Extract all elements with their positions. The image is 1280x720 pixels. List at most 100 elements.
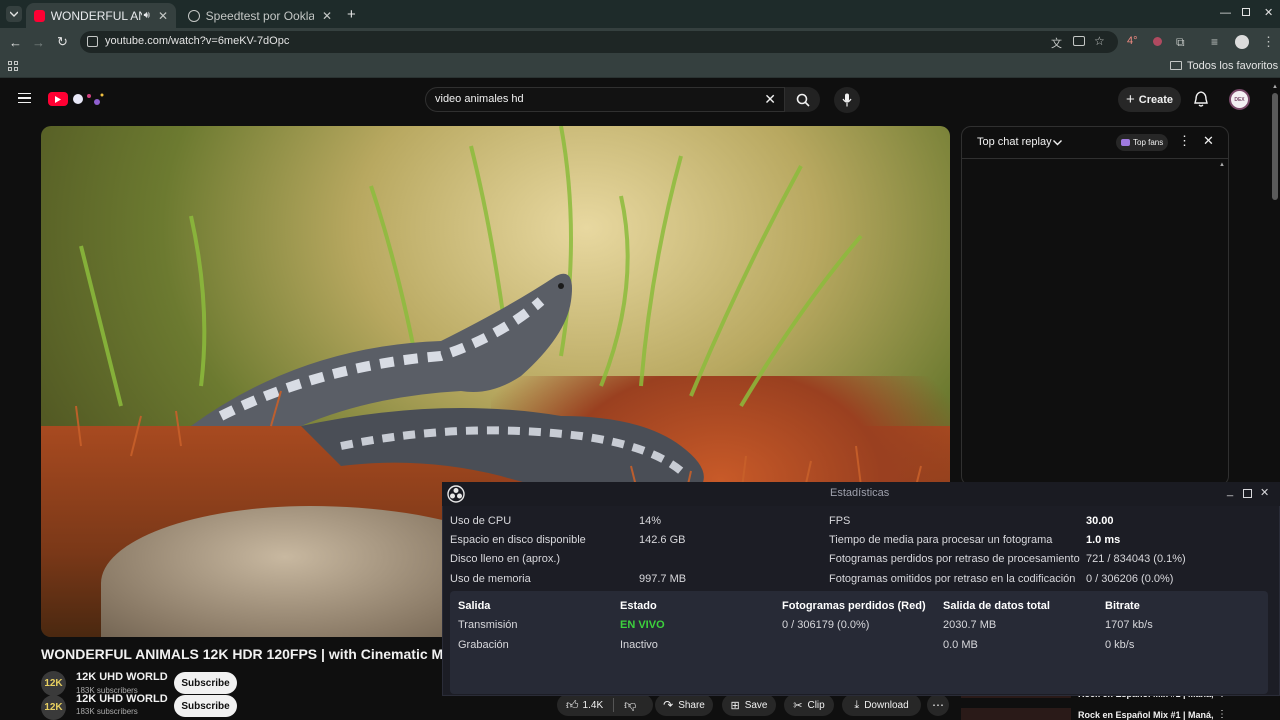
search-button[interactable] <box>785 87 820 112</box>
youtube-favicon-icon <box>34 9 45 22</box>
new-tab-button[interactable]: + <box>347 6 356 23</box>
top-fans-badge[interactable]: Top fans <box>1116 134 1169 151</box>
live-chat-panel <box>961 126 1229 486</box>
clip-label: Clip <box>807 699 825 711</box>
create-button[interactable]: + Create <box>1118 87 1181 112</box>
share-icon: ↷ <box>663 698 674 712</box>
extension-icon[interactable]: 4° <box>1127 35 1138 47</box>
chat-more-icon[interactable]: ⋮ <box>1178 133 1191 149</box>
close-tab-icon[interactable]: ✕ <box>158 9 168 23</box>
close-window-icon[interactable]: ✕ <box>1264 6 1273 19</box>
channel-avatar[interactable]: 12K <box>41 695 66 720</box>
channel-name[interactable]: 12K UHD WORLD <box>76 693 168 705</box>
close-chat-icon[interactable]: ✕ <box>1203 133 1214 149</box>
minimize-window-icon[interactable]: — <box>1220 7 1231 19</box>
page-scrollbar-thumb[interactable] <box>1272 93 1278 200</box>
crown-icon <box>1121 139 1130 146</box>
chat-header: Top chat replay Top fans ⋮ ✕ <box>962 127 1228 159</box>
table-cell: 0.0 MB <box>943 639 978 651</box>
obs-minimize-icon[interactable]: _ <box>1227 485 1233 497</box>
voice-search-button[interactable] <box>834 87 860 113</box>
stat-label: Espacio en disco disponible <box>450 534 586 546</box>
hamburger-menu-icon[interactable] <box>18 93 31 103</box>
apps-grid-icon[interactable] <box>8 61 18 71</box>
forward-arrow-icon[interactable]: → <box>32 35 45 50</box>
tab-search-button[interactable] <box>6 6 22 22</box>
browser-menu-icon[interactable]: ⋮ <box>1262 34 1275 50</box>
table-header: Estado <box>620 600 657 612</box>
like-count: 1.4K <box>582 699 604 711</box>
clip-button[interactable]: ✂ Clip <box>784 694 834 716</box>
media-control-icon[interactable]: ≡ <box>1211 35 1218 49</box>
channel-avatar[interactable]: 12K <box>41 671 66 696</box>
share-label: Share <box>678 699 705 711</box>
subscriber-count: 183K subscribers <box>76 707 138 716</box>
extension-icon[interactable] <box>1153 37 1162 46</box>
recommendation-more-icon[interactable]: ⋮ <box>1217 709 1227 720</box>
save-button[interactable]: ⊞ Save <box>722 694 776 716</box>
tab-title: WONDERFUL ANIMA <box>50 8 142 23</box>
dislike-button[interactable]: 👎︎ <box>624 698 636 713</box>
microphone-icon <box>842 93 852 107</box>
audio-playing-icon[interactable]: 🔊︎ <box>144 10 150 21</box>
stat-value: 1.0 ms <box>1086 534 1121 546</box>
save-icon: ⊞ <box>730 699 740 712</box>
folder-icon <box>1170 61 1182 70</box>
extensions-puzzle-icon[interactable]: ⧉ <box>1176 35 1185 50</box>
like-button[interactable]: 👍︎ 1.4K <box>566 698 603 713</box>
bookmark-star-icon[interactable]: ☆ <box>1094 34 1105 48</box>
search-input[interactable]: video animales hd <box>435 93 524 105</box>
chat-scroll-up-icon[interactable]: ▲ <box>1219 162 1225 168</box>
profile-avatar[interactable] <box>1235 35 1249 49</box>
stat-label: Uso de CPU <box>450 515 512 527</box>
share-button[interactable]: ↷ Share <box>655 694 713 716</box>
top-fans-label: Top fans <box>1133 138 1164 147</box>
tab-youtube[interactable]: WONDERFUL ANIMA 🔊︎ ✕ <box>26 3 176 28</box>
search-input-box[interactable]: video animales hd ✕ <box>425 87 785 112</box>
scissors-icon: ✂ <box>793 699 803 712</box>
chevron-down-icon <box>10 11 18 17</box>
thumbs-up-icon: 👍︎ <box>566 697 579 712</box>
youtube-doodle-icon[interactable] <box>71 90 107 108</box>
scroll-up-icon[interactable]: ▲ <box>1272 84 1278 90</box>
tab-title: Speedtest por Ookla - La <box>205 8 314 23</box>
install-app-icon[interactable] <box>1073 36 1085 46</box>
table-header: Salida <box>458 600 491 612</box>
tab-speedtest[interactable]: Speedtest por Ookla - La ✕ <box>180 3 340 28</box>
obs-title-bar[interactable]: Estadísticas _ ✕ <box>442 482 1280 506</box>
obs-close-icon[interactable]: ✕ <box>1260 486 1269 499</box>
download-icon: ⤓ <box>854 698 860 711</box>
stat-value: 0 / 306206 (0.0%) <box>1086 573 1174 585</box>
clear-search-icon[interactable]: ✕ <box>764 91 776 108</box>
chevron-down-icon[interactable] <box>1053 140 1062 146</box>
recommendation-title[interactable]: Rock en Español Mix #1 | Maná, <box>1078 710 1214 720</box>
table-cell: Transmisión <box>458 619 518 631</box>
channel-name[interactable]: 12K UHD WORLD <box>76 671 168 683</box>
obs-maximize-icon[interactable] <box>1243 489 1252 498</box>
youtube-logo-icon[interactable] <box>48 92 68 106</box>
back-arrow-icon[interactable]: ← <box>9 35 22 50</box>
site-info-icon[interactable] <box>87 36 98 47</box>
close-tab-icon[interactable]: ✕ <box>322 9 332 23</box>
account-avatar[interactable]: DEX <box>1229 89 1250 110</box>
bookmarks-bar <box>0 56 1280 78</box>
more-actions-button[interactable]: ⋯ <box>927 694 949 716</box>
table-cell: 0 kb/s <box>1105 639 1135 651</box>
subscribe-button[interactable]: Subscribe <box>174 672 237 694</box>
subscribe-button[interactable]: Subscribe <box>174 695 237 717</box>
recommendation-thumbnail[interactable] <box>961 708 1071 720</box>
all-bookmarks-link[interactable]: Todos los favoritos <box>1187 60 1278 72</box>
divider <box>613 698 615 712</box>
notifications-bell-icon[interactable] <box>1194 91 1208 107</box>
stat-value: 721 / 834043 (0.1%) <box>1086 553 1186 565</box>
stat-value: 30.00 <box>1086 515 1114 527</box>
search-icon <box>796 93 810 107</box>
restore-window-icon[interactable] <box>1242 8 1250 16</box>
translate-icon[interactable]: 文 <box>1051 35 1062 51</box>
url-text[interactable]: youtube.com/watch?v=6meKV-7dOpc <box>105 35 289 47</box>
table-cell: 0 / 306179 (0.0%) <box>782 619 870 631</box>
chat-mode-dropdown[interactable]: Top chat replay <box>977 136 1052 148</box>
download-button[interactable]: ⤓ Download <box>842 694 921 716</box>
table-header: Salida de datos total <box>943 600 1050 612</box>
reload-icon[interactable]: ↻ <box>57 34 68 50</box>
